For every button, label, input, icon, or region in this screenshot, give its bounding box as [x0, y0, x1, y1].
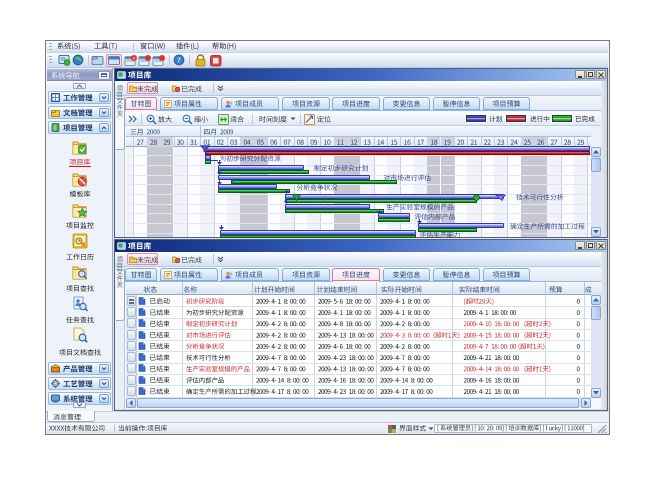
svg-text:?: ? — [177, 56, 181, 64]
